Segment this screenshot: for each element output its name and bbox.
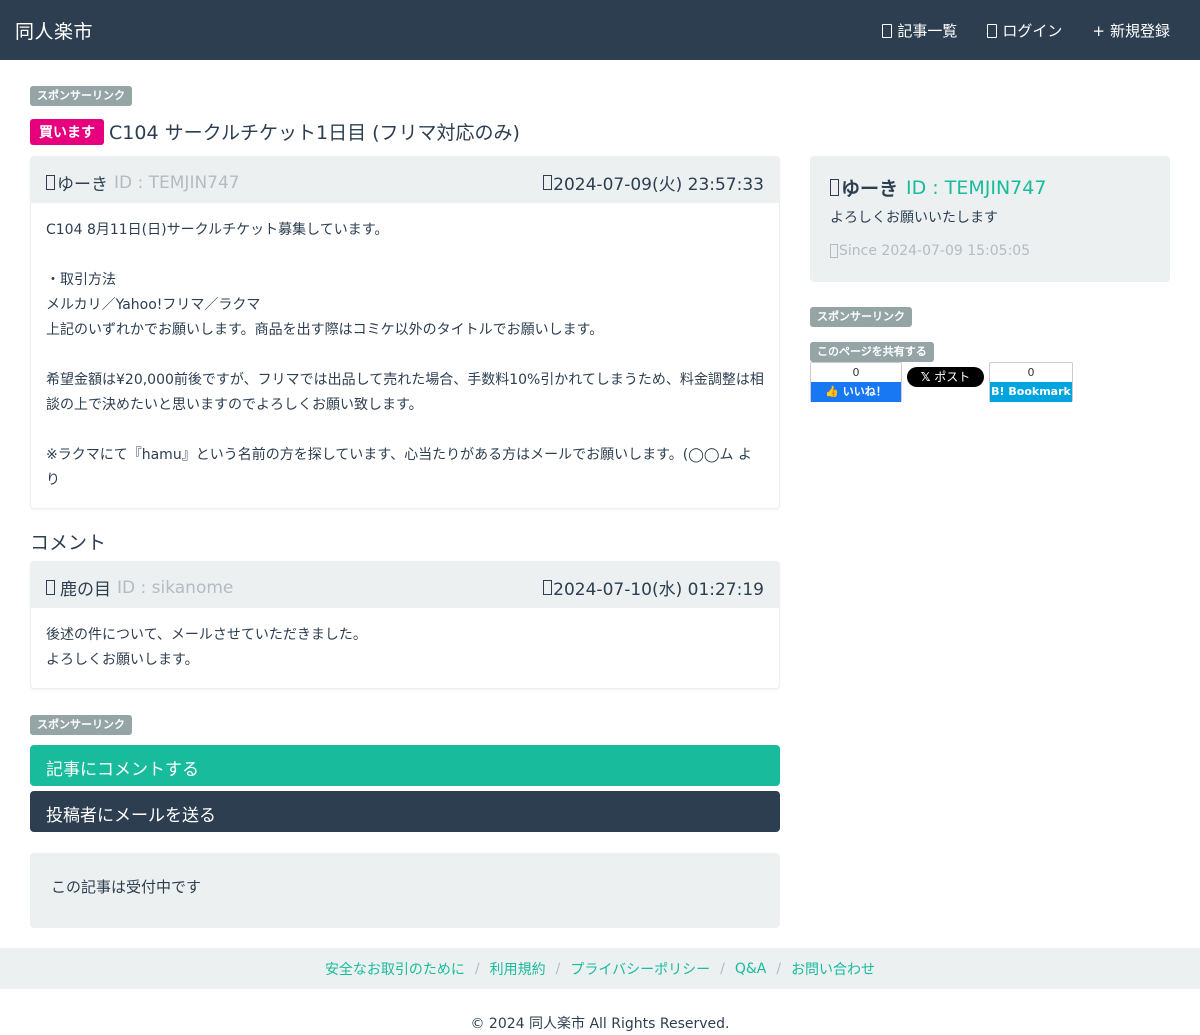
nav-register[interactable]: + 新規登録 xyxy=(1092,20,1170,41)
mail-button[interactable]: 投稿者にメールを送る xyxy=(30,791,780,832)
footer-link-qa[interactable]: Q&A xyxy=(735,961,767,977)
user-icon xyxy=(830,179,839,196)
footer-links: 安全なお取引のために / 利用規約 / プライバシーポリシー / Q&A / お… xyxy=(0,948,1200,989)
post-body-container: C104 8月11日(日)サークルチケット募集しています。 ・取引方法 メルカリ… xyxy=(31,203,779,508)
plus-icon: + xyxy=(1092,21,1105,40)
buy-badge: 買います xyxy=(30,118,104,145)
x-post-label: ポスト xyxy=(934,370,971,384)
profile-message: よろしくお願いいたします xyxy=(830,210,998,226)
comment-header: 鹿の目 ID : sikanome 2024-07-10(水) 01:27:19 xyxy=(31,562,779,608)
profile-id: ID : TEMJIN747 xyxy=(906,176,1047,199)
x-logo-icon: 𝕏 xyxy=(920,370,931,384)
sponsor-label: スポンサーリンク xyxy=(810,307,912,327)
footer-separator: / xyxy=(776,960,782,977)
x-post-button[interactable]: 𝕏 ポスト xyxy=(907,367,984,387)
facebook-like-label: 👍 いいね！ xyxy=(811,382,901,402)
profile-since: Since 2024-07-09 15:05:05 xyxy=(839,243,1031,259)
footer-separator: / xyxy=(720,960,725,977)
user-icon xyxy=(46,580,55,595)
share-buttons: 0 👍 いいね！ 𝕏 ポスト 0 B! Bookmark xyxy=(810,362,1073,402)
post-title: C104 サークルチケット1日目 (フリマ対応のみ) xyxy=(109,122,520,144)
post-body: C104 8月11日(日)サークルチケット募集しています。 ・取引方法 メルカリ… xyxy=(46,222,764,488)
footer-link-safety[interactable]: 安全なお取引のために xyxy=(325,959,465,979)
post-author-name[interactable]: ゆーき xyxy=(57,170,108,195)
thumbs-up-icon: 👍 xyxy=(825,385,839,398)
copyright: © 2024 同人楽市 All Rights Reserved. xyxy=(470,1016,730,1032)
clock-icon xyxy=(543,580,553,595)
post-author-id: ID : TEMJIN747 xyxy=(114,172,240,193)
status-well: この記事は受付中です xyxy=(30,853,780,928)
comment-button[interactable]: 記事にコメントする xyxy=(30,745,780,786)
comment-datetime: 2024-07-10(水) 01:27:19 xyxy=(553,580,764,600)
comment-author-name[interactable]: 鹿の目 xyxy=(60,575,111,600)
footer-link-contact[interactable]: お問い合わせ xyxy=(791,959,875,979)
post-panel: ゆーき ID : TEMJIN747 2024-07-09(火) 23:57:3… xyxy=(30,156,780,509)
post-datetime: 2024-07-09(火) 23:57:33 xyxy=(553,175,764,195)
clock-icon xyxy=(543,175,553,190)
nav-article-list[interactable]: 記事一覧 xyxy=(882,20,957,41)
status-text: この記事は受付中です xyxy=(51,878,202,896)
nav-login-label: ログイン xyxy=(1002,22,1063,40)
comment-body-container: 後述の件について、メールさせていただきました。 よろしくお願いします。 xyxy=(31,608,779,688)
profile-name[interactable]: ゆーき xyxy=(841,174,898,201)
comment-panel: 鹿の目 ID : sikanome 2024-07-10(水) 01:27:19… xyxy=(30,561,780,689)
hatena-bookmark-text: Bookmark xyxy=(1008,385,1071,398)
list-icon xyxy=(882,23,893,38)
share-label: このページを共有する xyxy=(810,342,934,362)
sponsor-label: スポンサーリンク xyxy=(30,86,132,106)
navbar: 同人楽市 記事一覧 ログイン + 新規登録 xyxy=(0,0,1200,60)
nav-article-list-label: 記事一覧 xyxy=(897,22,958,40)
post-header: ゆーき ID : TEMJIN747 2024-07-09(火) 23:57:3… xyxy=(31,157,779,203)
comments-heading: コメント xyxy=(30,532,107,554)
hatena-bookmark-button[interactable]: 0 B! Bookmark xyxy=(989,362,1073,402)
footer-link-privacy[interactable]: プライバシーポリシー xyxy=(570,959,710,979)
nav-login[interactable]: ログイン xyxy=(987,20,1062,41)
nav-links: 記事一覧 ログイン + 新規登録 xyxy=(882,20,1170,41)
login-icon xyxy=(987,23,998,38)
facebook-like-button[interactable]: 0 👍 いいね！ xyxy=(810,362,902,402)
sponsor-area-bottom: スポンサーリンク xyxy=(30,714,132,735)
footer-separator: / xyxy=(474,960,480,977)
sponsor-label: スポンサーリンク xyxy=(30,715,132,735)
user-icon xyxy=(46,175,55,190)
comment-body: 後述の件について、メールさせていただきました。 よろしくお願いします。 xyxy=(46,627,367,668)
nav-register-label: 新規登録 xyxy=(1109,22,1170,40)
post-title-row: 買います C104 サークルチケット1日目 (フリマ対応のみ) xyxy=(30,118,520,145)
facebook-like-text: いいね！ xyxy=(842,385,887,398)
sponsor-area-sidebar: スポンサーリンク xyxy=(810,306,912,327)
facebook-like-count: 0 xyxy=(811,363,901,382)
footer-link-terms[interactable]: 利用規約 xyxy=(490,959,546,979)
share-label-container: このページを共有する xyxy=(810,341,934,362)
footer-separator: / xyxy=(555,960,561,977)
hatena-bookmark-label: B! Bookmark xyxy=(990,382,1072,402)
profile-card: ゆーき ID : TEMJIN747 よろしくお願いいたします Since 20… xyxy=(810,156,1170,282)
calendar-icon xyxy=(830,244,838,258)
comment-author-id: ID : sikanome xyxy=(117,577,234,598)
sponsor-area-top: スポンサーリンク xyxy=(30,85,132,106)
hatena-b-icon: B! xyxy=(991,385,1005,398)
hatena-bookmark-count: 0 xyxy=(1027,366,1035,379)
site-brand[interactable]: 同人楽市 xyxy=(15,17,93,44)
